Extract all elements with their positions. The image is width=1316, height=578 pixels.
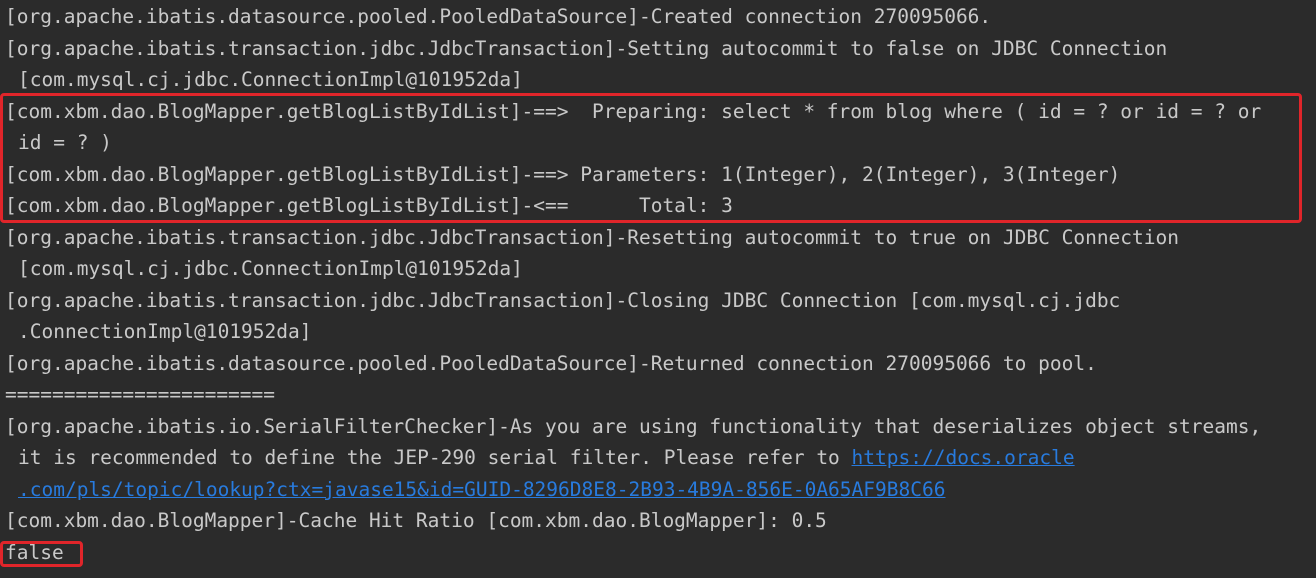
highlight-box: [0, 541, 83, 567]
log-line: [org.apache.ibatis.transaction.jdbc.Jdbc…: [5, 289, 1121, 312]
log-line: [com.xbm.dao.BlogMapper]-Cache Hit Ratio…: [5, 509, 827, 532]
log-line: [com.mysql.cj.jdbc.ConnectionImpl@101952…: [18, 257, 523, 280]
log-line: .ConnectionImpl@101952da]: [18, 320, 312, 343]
log-line: it is recommended to define the JEP-290 …: [18, 446, 1075, 470]
log-line: [org.apache.ibatis.datasource.pooled.Poo…: [5, 352, 1097, 375]
highlight-box: [0, 93, 1302, 223]
separator-line: =======================: [5, 383, 276, 406]
log-line: [org.apache.ibatis.transaction.jdbc.Jdbc…: [5, 226, 1179, 249]
docs-link[interactable]: https://docs.oracle: [852, 446, 1075, 469]
log-line: .com/pls/topic/lookup?ctx=javase15&id=GU…: [18, 478, 945, 502]
docs-link[interactable]: .com/pls/topic/lookup?ctx=javase15&id=GU…: [18, 478, 945, 501]
log-line: [org.apache.ibatis.io.SerialFilterChecke…: [5, 415, 1262, 438]
log-line: [org.apache.ibatis.datasource.pooled.Poo…: [5, 5, 992, 28]
log-line: [org.apache.ibatis.transaction.jdbc.Jdbc…: [5, 37, 1168, 60]
log-text: it is recommended to define the JEP-290 …: [18, 446, 852, 469]
console-output: [org.apache.ibatis.datasource.pooled.Poo…: [0, 0, 1316, 578]
log-line: [com.mysql.cj.jdbc.ConnectionImpl@101952…: [18, 68, 523, 91]
